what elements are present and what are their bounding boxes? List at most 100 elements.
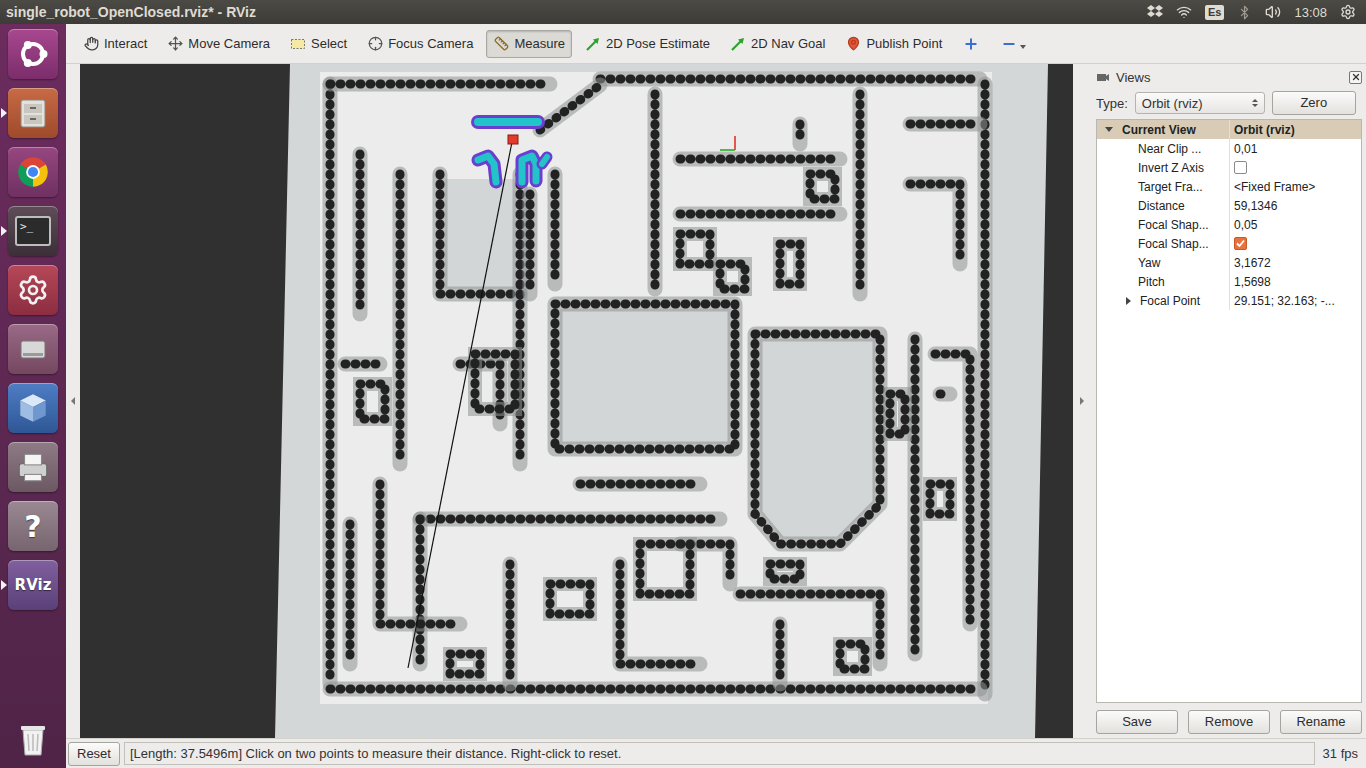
reset-button[interactable]: Reset [68, 742, 120, 766]
left-dock-handle[interactable] [66, 64, 80, 738]
tool-button[interactable]: 2D Pose Estimate [578, 30, 717, 58]
launcher-tile[interactable] [8, 265, 58, 315]
property-value[interactable]: 0,05 [1234, 218, 1257, 232]
wall [910, 184, 960, 264]
right-dock-handle[interactable] [1073, 64, 1090, 738]
panel-button[interactable]: Rename [1280, 710, 1362, 734]
property-row[interactable]: Pitch1,5698 [1097, 272, 1361, 291]
launcher-tile[interactable]: >_ [8, 206, 58, 256]
wall [910, 124, 980, 125]
tree-cell: Near Clip ... [1097, 139, 1230, 158]
property-value[interactable]: 29.151; 32.163; -... [1234, 294, 1335, 308]
tool-button[interactable]: 2D Nav Goal [723, 30, 832, 58]
launcher-tile[interactable] [8, 383, 58, 433]
launcher-item[interactable] [0, 383, 66, 433]
tool-icon-box [493, 36, 509, 52]
property-row[interactable]: Focal Shap... [1097, 234, 1361, 253]
axis-marker [720, 136, 735, 150]
tool-button[interactable]: Select [283, 30, 354, 58]
bluetooth-icon[interactable] [1237, 5, 1252, 20]
panel-button[interactable]: Remove [1188, 710, 1270, 734]
tree-cell: Target Fra... [1097, 177, 1230, 196]
wall [440, 174, 520, 294]
dropbox-icon[interactable] [1147, 5, 1163, 19]
disk-drive-icon [16, 332, 50, 366]
settings-gear-icon [17, 274, 49, 306]
launcher-tile[interactable]: RViz [8, 560, 58, 610]
launcher-item[interactable] [0, 147, 66, 197]
clock[interactable]: 13:08 [1294, 5, 1327, 20]
expand-arrow[interactable] [1126, 297, 1131, 305]
content-area: ViewsType:Orbit (rviz)ZeroCurrent ViewOr… [66, 64, 1366, 738]
expand-arrow[interactable] [1105, 127, 1113, 132]
launcher-tile[interactable] [8, 29, 58, 79]
tool-button[interactable]: Move Camera [160, 30, 277, 58]
property-checkbox[interactable] [1234, 161, 1247, 174]
property-row[interactable]: Invert Z Axis [1097, 158, 1361, 177]
property-value[interactable]: <Fixed Frame> [1234, 180, 1315, 194]
property-checkbox[interactable] [1234, 237, 1247, 250]
launcher-item[interactable] [0, 442, 66, 492]
plus-icon [963, 36, 979, 52]
remove-tool-button[interactable] [993, 32, 1034, 56]
tool-button[interactable]: Publish Point [838, 30, 949, 58]
wall [350, 524, 351, 664]
property-row[interactable]: Focal Point29.151; 32.163; -... [1097, 291, 1361, 310]
launcher-item[interactable] [0, 265, 66, 315]
window-title: single_robot_OpenClosed.rviz* - RViz [6, 4, 256, 20]
launcher-tile[interactable] [8, 442, 58, 492]
property-row[interactable]: Distance 59,1346 [1097, 196, 1361, 215]
system-gear-icon[interactable] [1340, 4, 1356, 20]
property-value[interactable]: 1,5698 [1234, 275, 1271, 289]
tool-label: Measure [514, 36, 565, 51]
tool-label: Move Camera [188, 36, 270, 51]
tool-icon-box [585, 36, 601, 52]
launcher-tile[interactable] [8, 714, 58, 764]
keyboard-layout[interactable]: Es [1205, 5, 1224, 20]
close-button[interactable] [1349, 71, 1362, 84]
property-row[interactable]: Focal Shap...0,05 [1097, 215, 1361, 234]
volume-icon[interactable] [1265, 4, 1281, 20]
obstacle [840, 644, 865, 669]
wifi-icon[interactable] [1176, 4, 1192, 20]
obstacle [550, 584, 590, 614]
launcher-tile[interactable] [8, 324, 58, 374]
check-mark-icon [1235, 238, 1246, 249]
property-value[interactable]: 0,01 [1234, 142, 1257, 156]
map-view[interactable] [80, 64, 1073, 738]
add-tool-button[interactable] [955, 32, 987, 56]
type-select[interactable]: Orbit (rviz) [1135, 92, 1265, 114]
property-value[interactable]: 59,1346 [1234, 199, 1277, 213]
property-value[interactable]: 3,1672 [1234, 256, 1271, 270]
launcher-item[interactable]: ? [0, 501, 66, 551]
property-tree: Current ViewOrbit (rviz)Near Clip ... 0,0… [1096, 119, 1362, 703]
wall [555, 304, 735, 449]
launcher-tile[interactable] [8, 147, 58, 197]
wall [800, 124, 801, 144]
launcher-item[interactable]: RViz [0, 560, 66, 610]
launcher-item[interactable]: >_ [0, 206, 66, 256]
tree-header-row[interactable]: Current ViewOrbit (rviz) [1097, 120, 1361, 139]
launcher-item[interactable] [0, 324, 66, 374]
launcher-tile[interactable] [8, 88, 58, 138]
zero-button[interactable]: Zero [1272, 91, 1356, 115]
close-icon [1351, 72, 1361, 82]
property-row[interactable]: Target Fra... <Fixed Frame> [1097, 177, 1361, 196]
tool-button[interactable]: Focus Camera [360, 30, 480, 58]
ubuntu-logo-icon [16, 37, 50, 71]
tool-button[interactable]: Interact [76, 30, 154, 58]
chrome-logo-icon [15, 154, 51, 190]
property-row[interactable]: Yaw3,1672 [1097, 253, 1361, 272]
launcher-item[interactable] [0, 29, 66, 79]
wall [680, 159, 840, 160]
tree-cell: Distance [1097, 196, 1230, 215]
launcher-item[interactable] [0, 714, 66, 764]
render-panel[interactable] [80, 64, 1073, 738]
property-row[interactable]: Near Clip ... 0,01 [1097, 139, 1361, 158]
rviz-logo-text: RViz [15, 576, 52, 594]
panel-button[interactable]: Save [1096, 710, 1178, 734]
property-name: Invert Z Axis [1138, 161, 1204, 175]
launcher-tile[interactable]: ? [8, 501, 58, 551]
launcher-item[interactable] [0, 88, 66, 138]
tool-button[interactable]: Measure [486, 30, 572, 58]
